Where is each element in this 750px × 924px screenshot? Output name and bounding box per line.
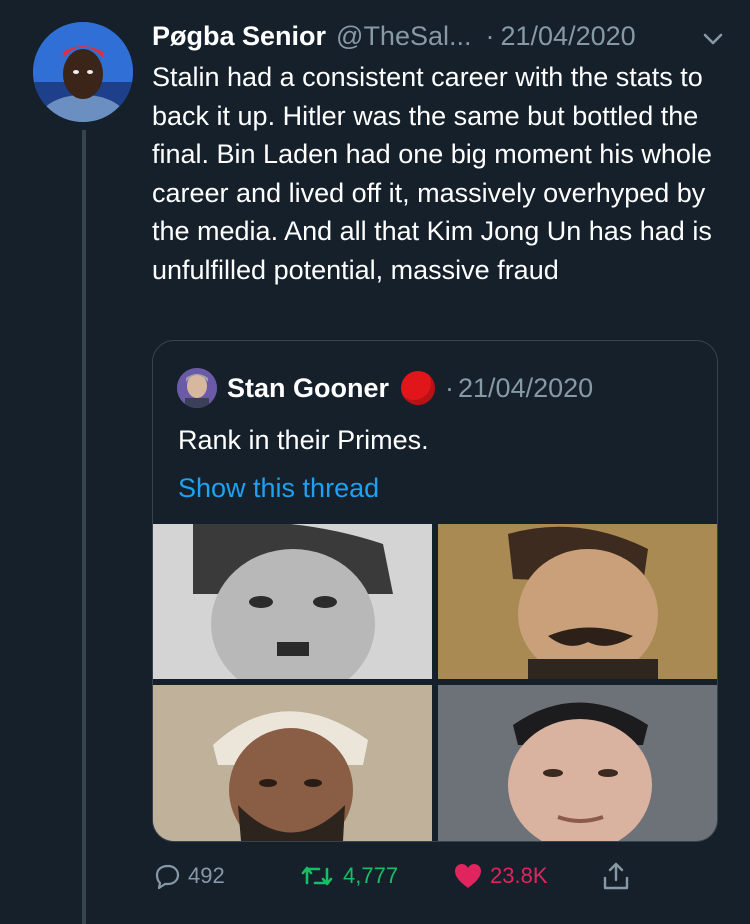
author-avatar[interactable]: [33, 22, 133, 122]
retweet-button[interactable]: 4,777: [297, 858, 398, 894]
photo-2[interactable]: [438, 524, 717, 679]
share-icon: [603, 862, 629, 890]
red-circle-emoji: [401, 371, 436, 405]
quoted-tweet-header: Stan Gooner · 21/04/2020: [177, 368, 593, 408]
tweet-actions: 492 4,777 23.8K: [0, 858, 750, 898]
quoted-tweet-text: Rank in their Primes.: [178, 425, 429, 455]
like-count: 23.8K: [490, 863, 548, 888]
thread-line: [82, 130, 86, 924]
separator: ·: [445, 372, 455, 403]
tweet-header: Pøgba Senior @TheSal... · 21/04/2020: [152, 18, 722, 54]
retweet-count: 4,777: [343, 863, 399, 888]
photo-1[interactable]: [153, 524, 432, 679]
show-thread-link[interactable]: Show this thread: [178, 473, 379, 504]
author-name[interactable]: Pøgba Senior: [152, 21, 326, 52]
quoted-tweet[interactable]: Stan Gooner · 21/04/2020 Rank in their P…: [152, 340, 718, 842]
reply-button[interactable]: 492: [152, 858, 225, 894]
share-button[interactable]: [600, 858, 638, 894]
retweet-icon: [301, 866, 333, 886]
heart-icon: [455, 864, 481, 888]
tweet[interactable]: Pøgba Senior @TheSal... · 21/04/2020 Sta…: [152, 18, 723, 289]
quoted-author-avatar: [177, 368, 217, 408]
reply-icon: [155, 864, 180, 890]
photo-4[interactable]: [438, 685, 717, 841]
reply-count: 492: [188, 863, 225, 888]
photo-3[interactable]: [153, 685, 432, 841]
separator: ·: [485, 20, 495, 51]
quoted-tweet-date[interactable]: 21/04/2020: [458, 373, 593, 404]
like-button[interactable]: 23.8K: [452, 858, 548, 894]
media-grid: [153, 524, 717, 841]
tweet-date[interactable]: 21/04/2020: [501, 21, 636, 52]
caret-down-icon[interactable]: [698, 24, 728, 54]
author-handle[interactable]: @TheSal...: [336, 21, 471, 52]
quoted-author-name[interactable]: Stan Gooner: [227, 373, 389, 404]
tweet-text: Stalin had a consistent career with the …: [152, 62, 712, 285]
